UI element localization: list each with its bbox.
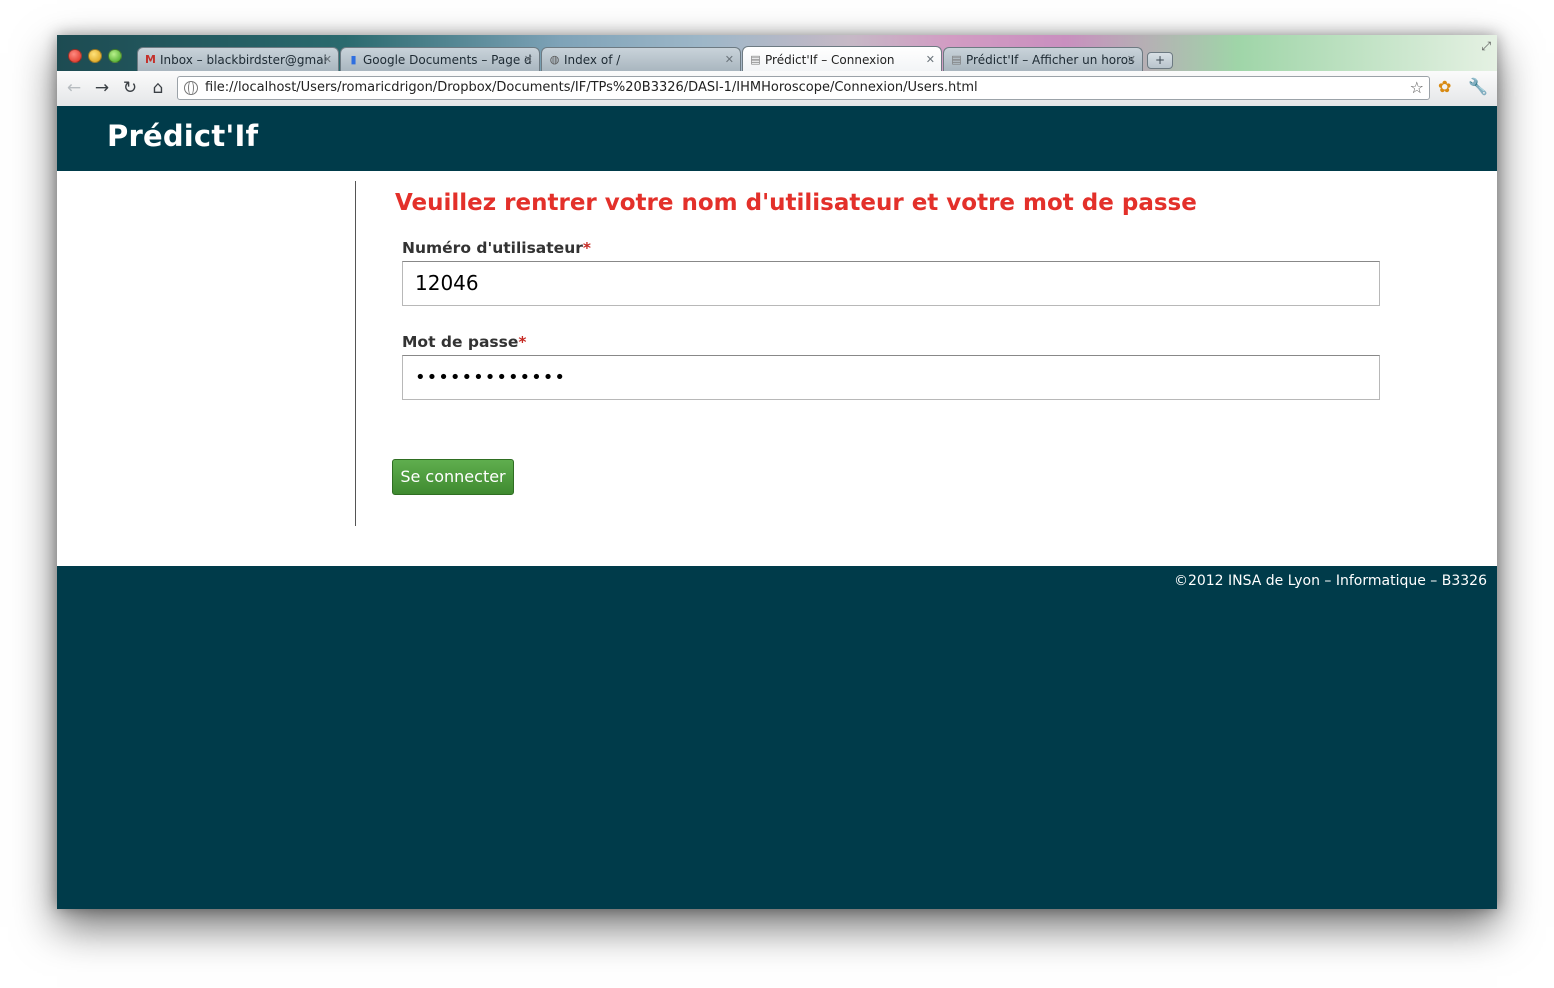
new-tab-button[interactable]: + — [1147, 52, 1173, 69]
tab-title: Index of / — [564, 53, 621, 67]
site-footer: ©2012 INSA de Lyon – Informatique – B332… — [57, 566, 1497, 909]
login-section: Veuillez rentrer votre nom d'utilisateur… — [57, 171, 1497, 566]
page-icon: ▤ — [951, 53, 962, 66]
required-marker: * — [518, 333, 527, 351]
tab-inbox[interactable]: M Inbox – blackbirdster@gmai ✕ — [137, 47, 339, 71]
extension-icon[interactable]: ✿ — [1438, 77, 1451, 96]
google-docs-icon: ▮ — [350, 53, 357, 66]
tab-title: Inbox – blackbirdster@gmai — [160, 53, 327, 67]
tab-title: Prédict'If – Connexion — [765, 53, 895, 67]
password-label: Mot de passe* — [402, 333, 527, 351]
close-tab-icon[interactable]: ✕ — [1127, 48, 1136, 71]
user-number-label: Numéro d'utilisateur* — [402, 239, 591, 257]
site-header: Prédict'If — [57, 106, 1497, 171]
user-number-input[interactable]: 12046 — [402, 261, 1380, 306]
address-bar[interactable]: file://localhost/Users/romaricdrigon/Dro… — [177, 76, 1430, 100]
tab-title: Google Documents – Page d — [363, 53, 532, 67]
globe-icon — [184, 81, 198, 95]
reload-icon[interactable]: ↻ — [120, 78, 140, 98]
tab-google-documents[interactable]: ▮ Google Documents – Page d ✕ — [340, 47, 540, 71]
browser-toolbar: ← → ↻ ⌂ file://localhost/Users/romaricdr… — [57, 71, 1497, 107]
tab-index[interactable]: ◍ Index of / ✕ — [541, 47, 741, 71]
close-window-button[interactable] — [68, 49, 82, 63]
vertical-divider — [355, 181, 356, 526]
tab-title: Prédict'If – Afficher un horos — [966, 53, 1135, 67]
bookmark-star-icon[interactable]: ☆ — [1410, 77, 1424, 99]
tab-predictif-horoscope[interactable]: ▤ Prédict'If – Afficher un horos ✕ — [943, 47, 1143, 71]
password-label-text: Mot de passe — [402, 333, 519, 351]
copyright-text: ©2012 INSA de Lyon – Informatique – B332… — [1173, 573, 1487, 589]
minimize-window-button[interactable] — [88, 49, 102, 63]
close-tab-icon[interactable]: ✕ — [725, 48, 734, 71]
gmail-icon: M — [145, 53, 156, 66]
globe-icon: ◍ — [549, 53, 560, 66]
page-icon: ▤ — [750, 53, 761, 66]
url-text[interactable]: file://localhost/Users/romaricdrigon/Dro… — [205, 77, 978, 99]
tab-strip: M Inbox – blackbirdster@gmai ✕ ▮ Google … — [57, 35, 1497, 72]
login-button[interactable]: Se connecter — [392, 459, 514, 495]
home-icon[interactable]: ⌂ — [148, 78, 168, 98]
back-icon[interactable]: ← — [64, 78, 84, 98]
close-tab-icon[interactable]: ✕ — [926, 47, 935, 72]
close-tab-icon[interactable]: ✕ — [524, 48, 533, 71]
forward-icon[interactable]: → — [92, 78, 112, 98]
required-marker: * — [582, 239, 591, 257]
tab-predictif-connexion[interactable]: ▤ Prédict'If – Connexion ✕ — [742, 46, 942, 72]
fullscreen-icon[interactable]: ⤢ — [1481, 39, 1491, 54]
wrench-icon[interactable]: 🔧 — [1468, 77, 1488, 96]
user-number-label-text: Numéro d'utilisateur — [402, 239, 583, 257]
form-title: Veuillez rentrer votre nom d'utilisateur… — [395, 190, 1197, 216]
password-input[interactable]: ••••••••••••• — [402, 355, 1380, 400]
close-tab-icon[interactable]: ✕ — [323, 48, 332, 71]
site-logo[interactable]: Prédict'If — [107, 119, 258, 153]
zoom-window-button[interactable] — [108, 49, 122, 63]
browser-window: M Inbox – blackbirdster@gmai ✕ ▮ Google … — [57, 35, 1497, 909]
